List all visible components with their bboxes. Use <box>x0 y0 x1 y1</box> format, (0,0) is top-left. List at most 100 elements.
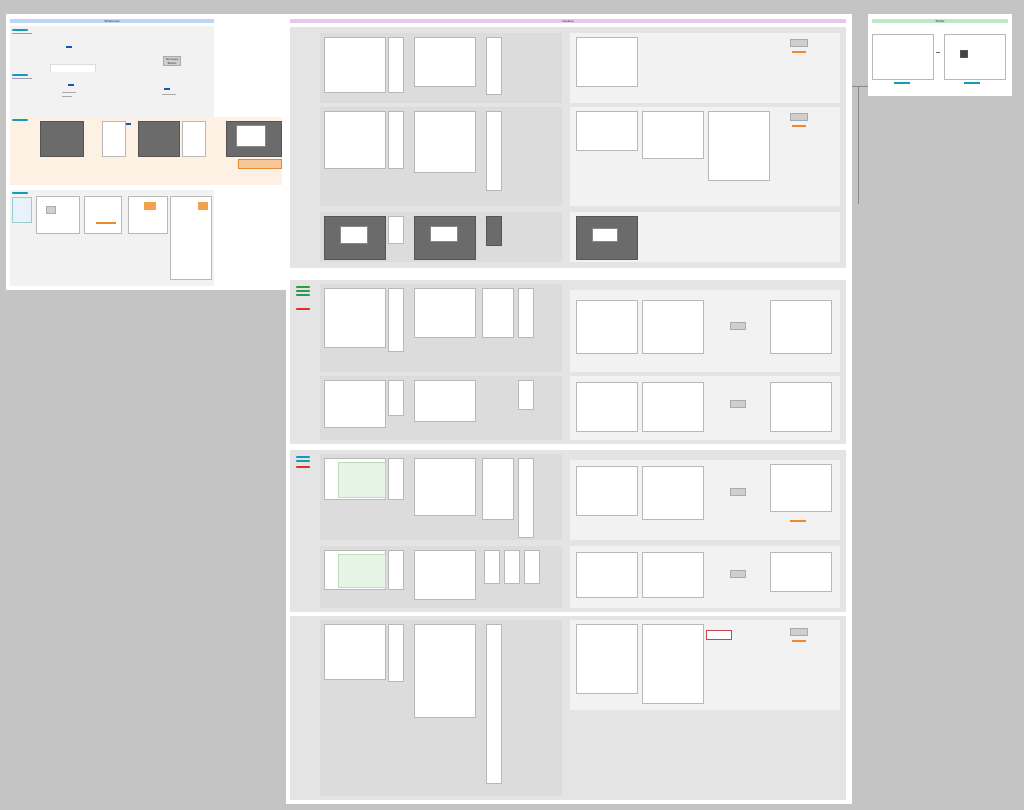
red-mark <box>144 202 156 210</box>
group-1-right-a <box>570 33 840 103</box>
form-screen <box>414 288 476 338</box>
table-preview-placeholder <box>730 570 746 578</box>
red-tag <box>296 308 310 310</box>
orange-marker <box>792 640 806 642</box>
popover <box>706 630 732 640</box>
primary-button[interactable] <box>164 88 170 90</box>
group-4-right-a <box>570 460 840 540</box>
desktop-screen-3 <box>770 552 832 592</box>
form-screen <box>414 37 476 87</box>
text-line <box>62 92 76 93</box>
green-panel <box>338 554 386 588</box>
text-line <box>62 96 72 97</box>
mobile-wireframe <box>388 458 404 500</box>
overlay-screen-2 <box>138 121 180 157</box>
group-3-left-a <box>320 284 562 372</box>
group-3-right-a <box>570 290 840 372</box>
group-4 <box>290 450 846 612</box>
group-5-left <box>320 620 562 796</box>
desktop-screen <box>576 624 638 694</box>
page-wireframe <box>324 624 386 680</box>
center-board-header: Desktop <box>290 19 846 23</box>
overlay-screen-1 <box>40 121 84 157</box>
desktop-screen <box>576 300 638 354</box>
group-5-right <box>570 620 840 710</box>
form-screen <box>414 458 476 516</box>
connector-line <box>852 86 868 87</box>
primary-button[interactable] <box>66 46 72 48</box>
teal-tag <box>296 456 310 458</box>
group-2-left <box>320 212 562 262</box>
note-tag <box>12 192 28 194</box>
green-tag <box>296 290 310 292</box>
mobile-modal <box>388 216 404 244</box>
desktop-screen <box>576 111 638 151</box>
desktop-screen-2 <box>642 552 704 598</box>
group-1-right-b <box>570 107 840 207</box>
mobile-wireframe <box>388 288 404 352</box>
desktop-screen-3 <box>770 300 832 354</box>
left-section-3 <box>10 117 282 185</box>
desktop-screen-3 <box>708 111 770 181</box>
note-block <box>12 197 32 223</box>
mobile-wireframe <box>388 111 404 169</box>
modal <box>236 125 266 147</box>
green-tag <box>296 294 310 296</box>
center-board: Desktop <box>286 14 852 804</box>
text-line <box>162 94 176 95</box>
section-placeholder <box>790 39 808 47</box>
narrow-screen <box>486 37 502 95</box>
red-mark <box>198 202 208 210</box>
note-tag <box>12 29 28 31</box>
narrow-screen <box>518 380 534 410</box>
desktop-screen <box>576 37 638 87</box>
primary-button[interactable] <box>126 123 131 125</box>
group-4-left-b <box>320 546 562 608</box>
note-line <box>12 33 32 34</box>
page-wireframe <box>324 37 386 93</box>
green-panel <box>338 462 386 498</box>
orange-marker <box>790 520 806 522</box>
group-1-left-b <box>320 107 562 207</box>
group-1-left-a <box>320 33 562 103</box>
primary-button[interactable] <box>68 84 74 86</box>
arrow <box>936 52 940 53</box>
form-screen-2 <box>482 458 514 520</box>
form-screen <box>414 550 476 600</box>
table-preview-placeholder <box>730 488 746 496</box>
desktop-screen-2 <box>642 624 704 704</box>
left-board: Wireframes Summary Button <box>6 14 286 290</box>
note-tag <box>12 74 28 76</box>
orange-marker <box>792 125 806 127</box>
mobile-wireframe <box>388 380 404 416</box>
page-wireframe <box>324 288 386 348</box>
group-3 <box>290 280 846 444</box>
desktop-screen-2 <box>642 466 704 520</box>
red-tag <box>296 466 310 468</box>
green-tag <box>296 286 310 288</box>
orange-marker <box>792 51 806 53</box>
mobile-wireframe <box>388 624 404 682</box>
group-4-left-a <box>320 454 562 540</box>
desktop-screen-2 <box>642 382 704 432</box>
orange-bar <box>96 222 116 224</box>
drawer-1 <box>102 121 126 157</box>
drawer-2 <box>182 121 206 157</box>
form-screen-2 <box>484 550 500 584</box>
modal <box>340 226 368 244</box>
summary-button-placeholder[interactable]: Summary Button <box>163 56 181 66</box>
form-screen <box>414 624 476 718</box>
connector-line <box>858 86 859 204</box>
right-board: Mobile <box>868 14 1012 96</box>
group-4-right-b <box>570 546 840 608</box>
narrow-screen <box>518 288 534 338</box>
desktop-screen-2 <box>642 300 704 354</box>
group-2-right <box>570 212 840 262</box>
mobile-screen <box>872 34 934 80</box>
desktop-screen <box>576 466 638 516</box>
right-board-header: Mobile <box>872 19 1008 23</box>
desktop-screen-3 <box>770 382 832 432</box>
group-2 <box>290 206 846 268</box>
section-placeholder <box>790 628 808 636</box>
group-5 <box>290 616 846 800</box>
